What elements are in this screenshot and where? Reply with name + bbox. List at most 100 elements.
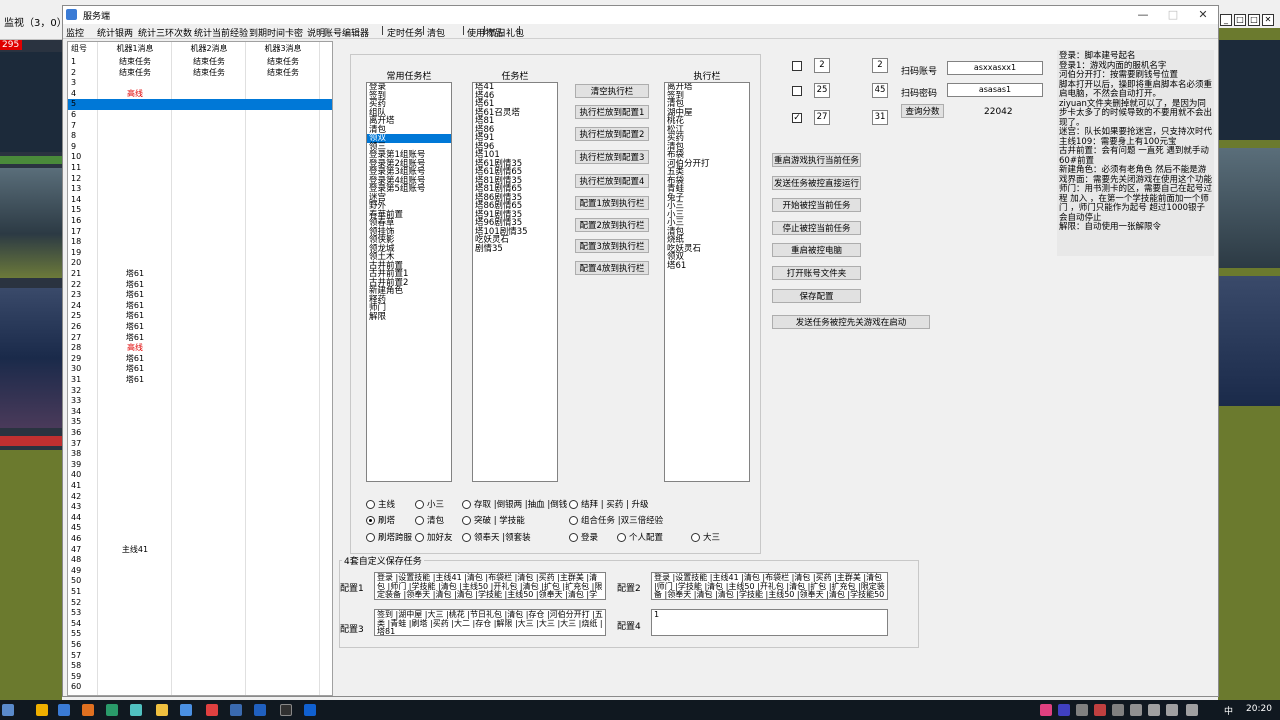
radio-dot-icon[interactable] — [462, 499, 471, 509]
grid-row[interactable]: 45 — [68, 523, 332, 534]
task-mode-radio[interactable]: 清包 — [415, 514, 444, 526]
bg-restore-button[interactable]: □ — [1248, 14, 1260, 26]
radio-dot-icon[interactable] — [691, 532, 700, 542]
grid-header-cell[interactable]: 机器3消息 — [246, 44, 320, 55]
grid-row[interactable]: 22 塔61 — [68, 280, 332, 291]
menu-item[interactable]: 统计三环次数 — [138, 26, 192, 39]
config1-box[interactable]: 登录 |设置技能 |主线41 |清包 |布袋栏 |清包 |买药 |主群美 |清包… — [374, 572, 606, 600]
task-transfer-button[interactable]: 配置1放到执行栏 — [575, 196, 649, 210]
grid-row[interactable]: 43 — [68, 502, 332, 513]
grid-row[interactable]: 1 结束任务 结束任务 结束任务 — [68, 57, 332, 68]
clock[interactable]: 20:20 — [1246, 704, 1272, 714]
menu-item[interactable]: 到期时间卡密 — [249, 26, 303, 39]
radio-dot-icon[interactable] — [462, 515, 471, 525]
list-item[interactable]: 塔61 — [665, 261, 749, 271]
thumbnail-3[interactable] — [0, 288, 62, 428]
browser-icon[interactable] — [180, 704, 192, 716]
app-icon-4[interactable] — [106, 704, 118, 716]
action-button[interactable]: 重启游戏执行当前任务 — [772, 153, 861, 167]
ime-indicator[interactable]: 中 — [1224, 704, 1233, 717]
task-mode-radio[interactable]: 大三 — [691, 531, 720, 543]
grid-row[interactable]: 40 — [68, 470, 332, 481]
grid-row[interactable]: 46 — [68, 534, 332, 545]
grid-row[interactable]: 38 — [68, 449, 332, 460]
grid-row[interactable]: 7 — [68, 121, 332, 132]
grid-row[interactable]: 55 — [68, 629, 332, 640]
grid-row[interactable]: 27 塔61 — [68, 333, 332, 344]
action-button[interactable]: 停止被控当前任务 — [772, 221, 861, 235]
task-list[interactable]: 塔41 塔46 塔61 塔61召灵塔 塔81 塔86 塔91 塔96 塔101 塔61剧情35 塔6… — [472, 82, 558, 482]
grid-row[interactable]: 50 — [68, 576, 332, 587]
terminal-icon[interactable] — [280, 704, 292, 716]
grid-row[interactable]: 17 — [68, 227, 332, 238]
grid-row[interactable]: 30 塔61 — [68, 364, 332, 375]
config2-box[interactable]: 登录 |设置技能 |主线41 |清包 |布袋栏 |清包 |买药 |主群美 |清包… — [651, 572, 888, 600]
app-icon-7[interactable] — [254, 704, 266, 716]
monitor-grid[interactable]: 组号 机器1消息 机器2消息 机器3消息 1 结束任务 结束任务 结束任务 2 结束任务 结束任务结… — [67, 41, 333, 696]
grid-row[interactable]: 35 — [68, 417, 332, 428]
task-mode-radio[interactable]: 个人配置 — [617, 531, 663, 543]
task-transfer-button[interactable]: 配置2放到执行栏 — [575, 218, 649, 232]
start-icon[interactable] — [2, 704, 14, 716]
grid-row[interactable]: 15 — [68, 205, 332, 216]
tray-icon-2[interactable] — [1058, 704, 1070, 716]
grid-row[interactable]: 16 — [68, 216, 332, 227]
grid-row[interactable]: 19 — [68, 248, 332, 259]
radio-dot-icon[interactable] — [569, 515, 578, 525]
end-number-input[interactable]: 2 — [872, 58, 888, 73]
grid-row[interactable]: 36 — [68, 428, 332, 439]
action-button[interactable]: 发送任务被控直接运行 — [772, 176, 861, 190]
thumbnail-2[interactable] — [0, 168, 62, 278]
grid-row[interactable]: 4 高线 — [68, 89, 332, 100]
exec-list[interactable]: 离开塔 签到 清包 湖中屋 桃花 松江 买药 清包 布袋 河伯分开打 五类 布袋 青蛙 兔子 小三 小三 小三清… — [664, 82, 750, 482]
task-mode-radio[interactable]: 突破 | 学技能 — [462, 514, 525, 526]
action-button[interactable]: 保存配置 — [772, 289, 861, 303]
tray-icon-6[interactable] — [1130, 704, 1142, 716]
grid-row[interactable]: 9 — [68, 142, 332, 153]
grid-row[interactable]: 25 塔61 — [68, 311, 332, 322]
task-transfer-button[interactable]: 执行栏放到配置2 — [575, 127, 649, 141]
grid-header-cell[interactable]: 组号 — [71, 44, 97, 55]
radio-dot-icon[interactable] — [415, 515, 424, 525]
tray-icon-4[interactable] — [1094, 704, 1106, 716]
grid-row[interactable]: 18 — [68, 237, 332, 248]
grid-row[interactable]: 5 — [68, 99, 332, 110]
menu-item[interactable]: 统计银两 — [97, 26, 133, 39]
task-mode-radio[interactable]: 登录 — [569, 531, 598, 543]
task-transfer-button[interactable]: 清空执行栏 — [575, 84, 649, 98]
app-icon-8[interactable] — [304, 704, 316, 716]
action-button[interactable]: 打开账号文件夹 — [772, 266, 861, 280]
tray-icon-1[interactable] — [1040, 704, 1052, 716]
task-transfer-button[interactable]: 执行栏放到配置3 — [575, 150, 649, 164]
task-mode-radio[interactable]: 小三 — [415, 498, 444, 510]
row-checkbox[interactable]: ✓ — [792, 113, 802, 123]
task-mode-radio[interactable]: 领奉天 |领套装 — [462, 531, 531, 543]
grid-row[interactable]: 41 — [68, 481, 332, 492]
grid-row[interactable]: 56 — [68, 640, 332, 651]
folder-icon[interactable] — [156, 704, 168, 716]
task-transfer-button[interactable]: 执行栏放到配置4 — [575, 174, 649, 188]
grid-header-cell[interactable]: 机器2消息 — [172, 44, 246, 55]
action-button[interactable]: 重启被控电脑 — [772, 243, 861, 257]
task-transfer-button[interactable]: 配置4放到执行栏 — [575, 261, 649, 275]
app-icon-1[interactable] — [36, 704, 48, 716]
grid-row[interactable]: 34 — [68, 407, 332, 418]
maximize-button[interactable]: □ — [1159, 8, 1187, 22]
start-number-input[interactable]: 25 — [814, 83, 830, 98]
grid-row[interactable]: 53 — [68, 608, 332, 619]
thumbnail-1[interactable] — [0, 52, 62, 152]
grid-row[interactable]: 39 — [68, 460, 332, 471]
task-mode-radio[interactable]: 刷塔 — [366, 514, 395, 526]
action-button[interactable]: 发送任务被控先关游戏在启动 — [772, 315, 930, 329]
grid-row[interactable]: 60 — [68, 682, 332, 693]
task-transfer-button[interactable]: 执行栏放到配置1 — [575, 105, 649, 119]
radio-dot-icon[interactable] — [569, 532, 578, 542]
grid-row[interactable]: 52 — [68, 598, 332, 609]
menu-item[interactable]: 清包 — [427, 26, 445, 39]
task-transfer-button[interactable]: 配置3放到执行栏 — [575, 239, 649, 253]
app-icon-2[interactable] — [58, 704, 70, 716]
menu-item[interactable]: 账号编辑器 — [324, 26, 369, 39]
grid-row[interactable]: 23 塔61 — [68, 290, 332, 301]
scan-account-input[interactable]: asxxasxx1 — [947, 61, 1043, 75]
grid-row[interactable]: 48 — [68, 555, 332, 566]
